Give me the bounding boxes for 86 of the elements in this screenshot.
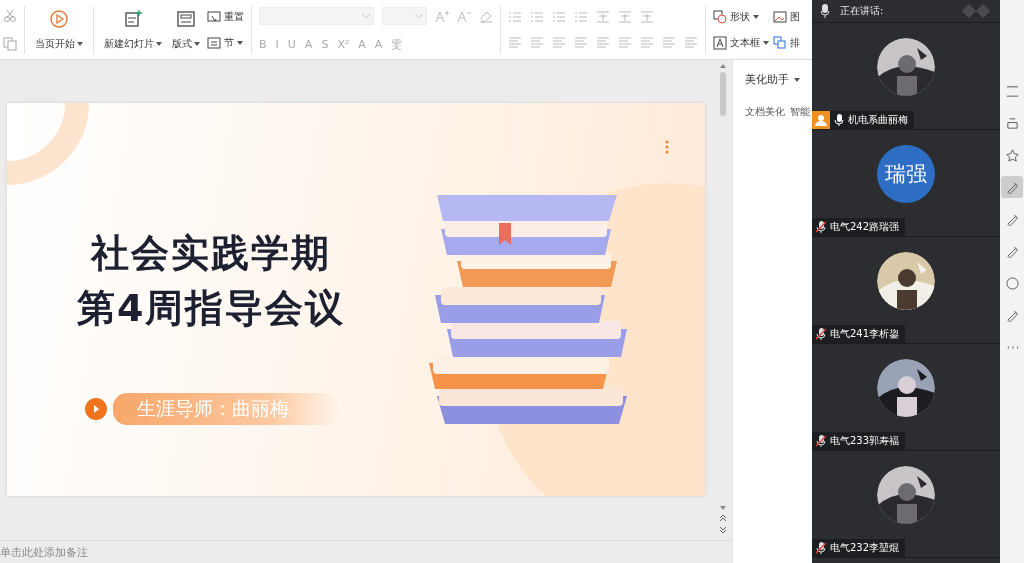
slide-title: 第4周指导会议 [77, 285, 346, 332]
tool-icon [1005, 116, 1019, 130]
more-icon[interactable] [665, 140, 669, 154]
caret-icon [237, 40, 243, 45]
scrollbar-thumb[interactable] [720, 72, 726, 116]
participant-name: 电气233郭寿福 [830, 434, 900, 448]
layout-button[interactable]: 版式 [169, 8, 203, 51]
speaking-label: 正在讲话: [840, 4, 884, 18]
participant-tile[interactable]: 电气241李析鋆 [812, 237, 1000, 344]
align-icon[interactable] [530, 35, 544, 50]
tool-icon [1005, 308, 1019, 322]
participant-tile[interactable]: 瑞强 电气242路瑞强 [812, 130, 1000, 237]
textbox-button[interactable]: 文本框 [713, 35, 769, 50]
participant-name: 电气232李堃焜 [830, 541, 900, 555]
align-icon[interactable] [618, 35, 632, 50]
align-icon[interactable] [508, 35, 522, 50]
align-icon[interactable] [552, 35, 566, 50]
microphone-icon [820, 4, 830, 18]
list-icon[interactable] [574, 9, 588, 24]
caret-icon[interactable] [794, 77, 800, 82]
reset-icon [207, 9, 221, 24]
align-icon[interactable] [574, 35, 588, 50]
tool-icon [1005, 244, 1019, 258]
image-icon [773, 9, 787, 24]
picture-button[interactable]: 图 [773, 9, 800, 24]
shrink-font-icon[interactable] [457, 9, 471, 23]
slide-title: 社会实践学期 [91, 230, 332, 277]
participant-tile[interactable]: 电气233郭寿福 [812, 344, 1000, 451]
scroll-up-icon[interactable] [720, 64, 726, 68]
copy-icon[interactable] [3, 36, 17, 51]
next-page-icon[interactable] [720, 526, 726, 534]
caret-icon [156, 41, 162, 46]
tool-icon [1005, 148, 1019, 162]
tool-button[interactable] [1001, 176, 1023, 198]
tool-icon [1005, 84, 1019, 98]
pane-title[interactable]: 美化助手 [745, 72, 789, 87]
caret-icon [194, 41, 200, 46]
tool-icon [1005, 212, 1019, 226]
section-icon [207, 35, 221, 50]
list-icon[interactable] [530, 9, 544, 24]
text-direction-icon[interactable] [596, 9, 610, 24]
cut-icon[interactable] [3, 8, 17, 23]
pane-tab[interactable]: 文档美化 [745, 105, 785, 119]
layout-icon [176, 8, 196, 29]
caret-icon [753, 14, 759, 19]
logo-icon [962, 4, 992, 18]
tool-icon [1005, 180, 1019, 194]
arrange-icon [773, 35, 787, 50]
chevron-icon [362, 13, 370, 19]
text-direction-icon[interactable] [640, 9, 654, 24]
slide-subtitle: 生涯导师：曲丽梅 [113, 393, 339, 425]
align-icon[interactable] [684, 35, 698, 50]
scroll-down-icon[interactable] [720, 506, 726, 510]
new-slide-icon [123, 8, 143, 29]
grow-font-icon[interactable] [435, 9, 449, 23]
textbox-icon [713, 35, 727, 50]
previous-page-icon[interactable] [720, 514, 726, 522]
new-slide-button[interactable]: 新建幻灯片 [101, 8, 165, 51]
reset-button[interactable]: 重置 [207, 9, 244, 24]
participant-tile[interactable]: 机电系曲丽梅 [812, 23, 1000, 130]
shape-button[interactable]: 形状 [713, 9, 769, 24]
tool-icon [1005, 276, 1019, 290]
align-icon[interactable] [662, 35, 676, 50]
section-button[interactable]: 节 [207, 35, 244, 50]
pane-tab[interactable]: 智能 [790, 105, 810, 119]
participant-name: 电气241李析鋆 [830, 327, 900, 341]
avatar: 瑞强 [877, 145, 935, 203]
participant-name: 机电系曲丽梅 [848, 113, 908, 127]
list-icon[interactable] [508, 9, 522, 24]
chevron-icon [415, 13, 423, 19]
play-icon [49, 8, 69, 29]
caret-icon [77, 41, 83, 46]
align-icon[interactable] [640, 35, 654, 50]
play-from-current-button[interactable]: 当页开始 [32, 8, 86, 51]
caret-icon [763, 40, 769, 45]
participant-name: 电气242路瑞强 [830, 220, 900, 234]
arrange-button[interactable]: 排 [773, 35, 800, 50]
play-icon [85, 398, 107, 420]
align-icon[interactable] [596, 35, 610, 50]
participant-tile[interactable]: 电气232李堃焜 [812, 451, 1000, 558]
eraser-icon[interactable] [479, 9, 493, 23]
list-icon[interactable] [552, 9, 566, 24]
shape-icon [713, 9, 727, 24]
font-name-dropdown[interactable] [259, 7, 374, 25]
text-direction-icon[interactable] [618, 9, 632, 24]
font-size-dropdown[interactable] [382, 7, 427, 25]
